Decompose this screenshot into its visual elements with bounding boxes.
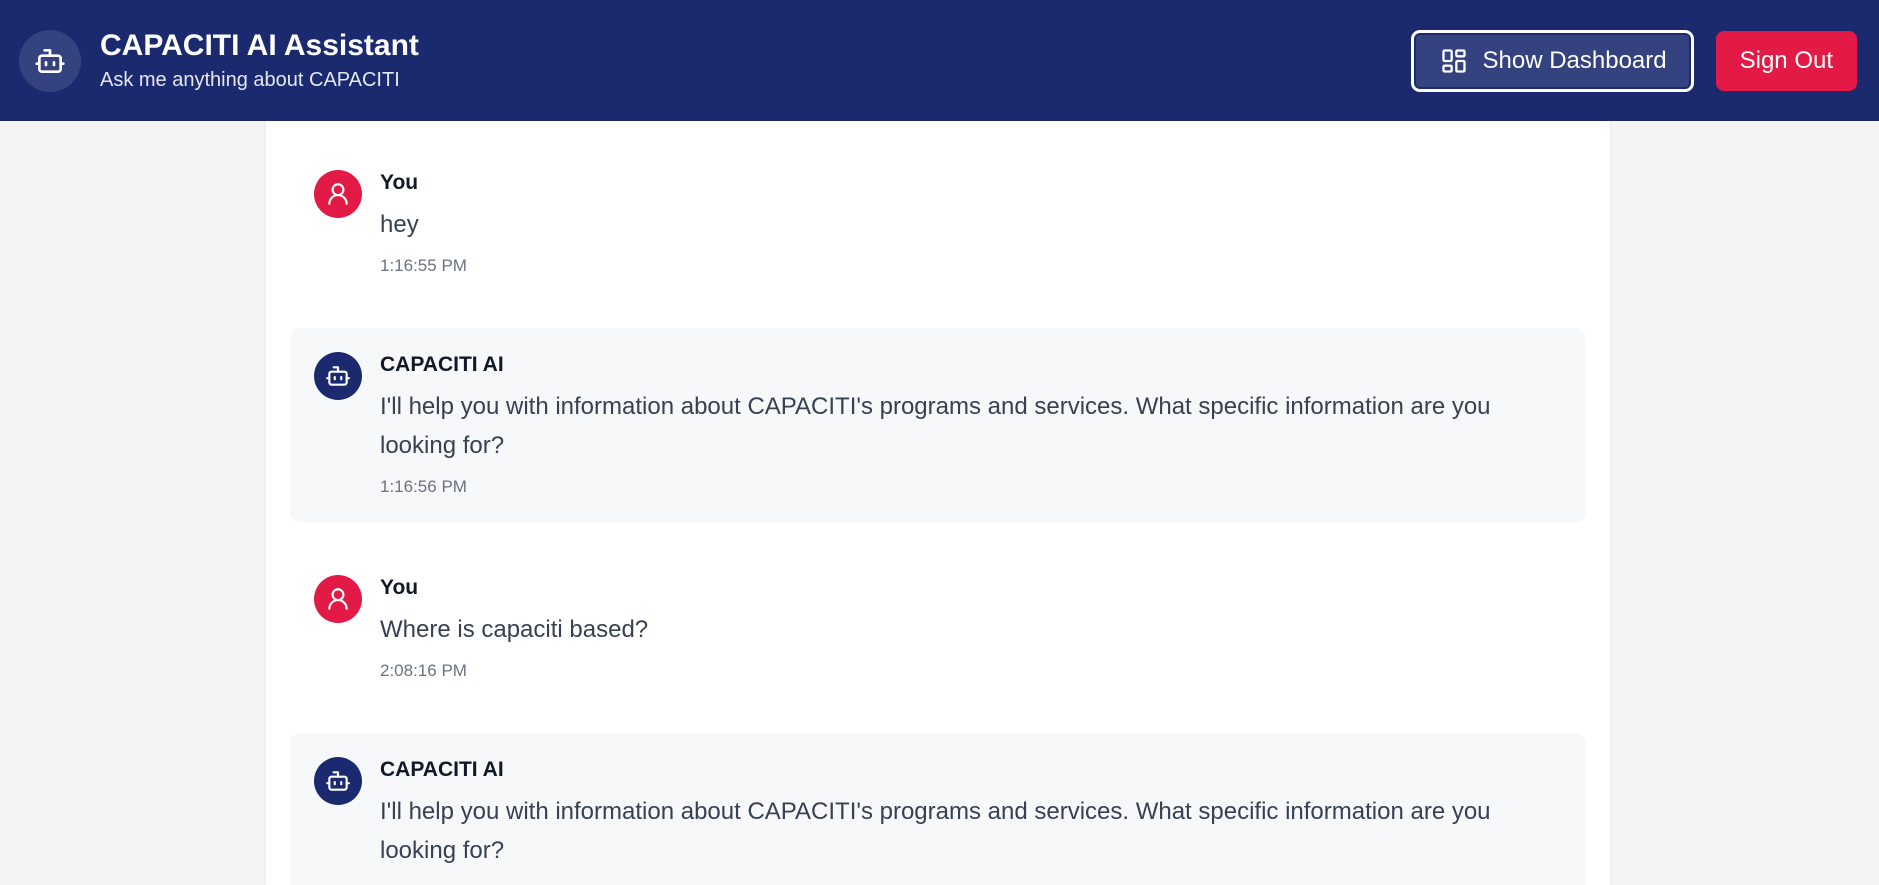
chat-message-ai: CAPACITI AI I'll help you with informati… <box>290 733 1586 885</box>
assistant-logo <box>19 29 81 92</box>
ai-avatar <box>314 352 362 400</box>
message-timestamp: 1:16:56 PM <box>380 477 467 496</box>
message-text: I'll help you with information about CAP… <box>380 798 1491 864</box>
robot-icon <box>326 771 350 791</box>
show-dashboard-label: Show Dashboard <box>1482 46 1667 74</box>
sign-out-button[interactable]: Sign Out <box>1715 30 1857 91</box>
app-header: CAPACITI AI Assistant Ask me anything ab… <box>0 0 1879 121</box>
message-timestamp: 1:16:55 PM <box>380 256 467 275</box>
robot-icon <box>326 366 350 386</box>
message-text: Where is capaciti based? <box>380 616 649 643</box>
message-text: I'll help you with information about CAP… <box>380 393 1491 459</box>
user-icon <box>328 588 348 610</box>
message-sender: CAPACITI AI <box>380 758 504 781</box>
chat-messages-panel[interactable]: You hey 1:16:55 PM CAPACITI AI I'll help… <box>266 121 1610 885</box>
message-sender: You <box>380 171 419 194</box>
user-avatar <box>314 170 362 218</box>
ai-avatar <box>314 757 362 805</box>
app-subtitle: Ask me anything about CAPACITI <box>100 69 400 91</box>
message-timestamp: 2:08:16 PM <box>380 661 467 680</box>
chat-message-ai: CAPACITI AI I'll help you with informati… <box>290 328 1586 522</box>
user-avatar <box>314 575 362 623</box>
app-title: CAPACITI AI Assistant <box>100 29 419 62</box>
message-text: hey <box>380 211 419 238</box>
chat-message-user: You Where is capaciti based? 2:08:16 PM <box>290 551 1586 706</box>
show-dashboard-button[interactable]: Show Dashboard <box>1411 29 1694 92</box>
chat-message-user: You hey 1:16:55 PM <box>290 146 1586 301</box>
robot-icon <box>35 48 65 73</box>
message-sender: CAPACITI AI <box>380 353 504 376</box>
user-icon <box>328 183 348 205</box>
dashboard-grid-icon <box>1442 48 1467 73</box>
message-sender: You <box>380 576 419 599</box>
